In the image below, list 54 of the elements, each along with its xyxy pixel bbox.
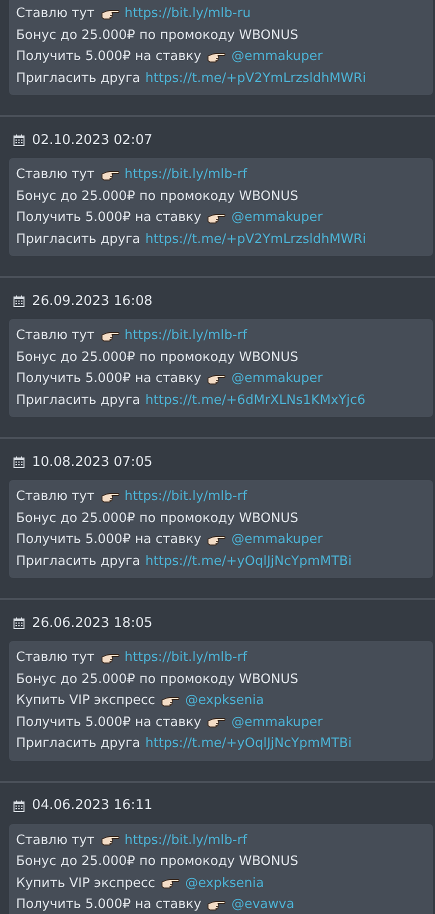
message-link[interactable]: https://t.me/+pV2YmLrzsldhMWRi [145, 228, 366, 250]
post-date: 26.06.2023 18:05 [32, 614, 152, 633]
message-text: Ставлю тут [16, 488, 95, 506]
post-date: 26.09.2023 16:08 [32, 292, 152, 311]
message-link[interactable]: @emmakuper [231, 368, 323, 390]
message-text: Ставлю тут [16, 166, 95, 184]
message-link[interactable]: @emmakuper [231, 712, 323, 733]
post-date: 04.06.2023 16:11 [32, 796, 152, 816]
calendar-icon [13, 800, 25, 812]
message-link[interactable]: https://t.me/+yOqlJjNcYpmMTBi [145, 733, 352, 754]
message-text: Получить 5.000₽ на ставку [16, 370, 202, 388]
calendar-icon [13, 456, 25, 468]
message-text: Получить 5.000₽ на ставку [16, 714, 202, 732]
message-link[interactable]: https://t.me/+pV2YmLrzsldhMWRi [145, 68, 366, 89]
message-link[interactable]: @evawva [231, 894, 294, 914]
message-text: Бонус до 25.000₽ по промокоду WBONUS [16, 853, 298, 871]
message-text: Купить VIP экспресс [16, 692, 156, 710]
message-link[interactable]: https://bit.ly/mlb-rf [124, 325, 248, 346]
message-text: Бонус до 25.000₽ по промокоду WBONUS [16, 188, 298, 206]
message-text: Пригласить друга [16, 70, 140, 88]
message-text: Ставлю тут [16, 327, 95, 345]
post-date: 10.08.2023 07:05 [32, 452, 152, 472]
message-link[interactable]: @emmakuper [231, 46, 323, 68]
message-text: Ставлю тут [16, 5, 95, 23]
message-text: Ставлю тут [16, 832, 95, 850]
message-link[interactable]: https://bit.ly/mlb-rf [124, 164, 248, 186]
message-link[interactable]: https://bit.ly/mlb-rf [124, 486, 248, 508]
message-text: Бонус до 25.000₽ по промокоду WBONUS [16, 670, 298, 688]
message-text: Бонус до 25.000₽ по промокоду WBONUS [16, 26, 298, 44]
message-link[interactable]: https://bit.ly/mlb-rf [124, 830, 248, 851]
message-text: Пригласить друга [16, 552, 140, 570]
message-text: Получить 5.000₽ на ставку [16, 48, 202, 66]
message-link[interactable]: https://t.me/+yOqlJjNcYpmMTBi [145, 550, 352, 572]
calendar-icon [13, 134, 25, 146]
message-link[interactable]: @emmakuper [231, 207, 323, 228]
message-link[interactable]: @expksenia [185, 872, 264, 894]
message-link[interactable]: https://bit.ly/mlb-ru [124, 3, 251, 24]
message-link[interactable]: @emmakuper [231, 529, 323, 550]
message-text: Пригласить друга [16, 392, 140, 410]
message-text: Бонус до 25.000₽ по промокоду WBONUS [16, 510, 298, 528]
message-text: Бонус до 25.000₽ по промокоду WBONUS [16, 348, 298, 366]
message-text: Купить VIP экспресс [16, 874, 156, 892]
post-date: 02.10.2023 02:07 [32, 130, 152, 150]
message-link[interactable]: https://bit.ly/mlb-rf [124, 647, 248, 668]
message-link[interactable]: @expksenia [185, 690, 264, 712]
message-text: Получить 5.000₽ на ставку [16, 209, 202, 227]
message-link[interactable]: https://t.me/+6dMrXLNs1KMxYjc6 [145, 390, 366, 411]
message-text: Получить 5.000₽ на ставку [16, 896, 202, 914]
calendar-icon [13, 295, 25, 307]
calendar-icon [13, 617, 25, 629]
message-text: Получить 5.000₽ на ставку [16, 531, 202, 549]
message-text: Пригласить друга [16, 735, 140, 753]
message-text: Пригласить друга [16, 230, 140, 248]
message-text: Ставлю тут [16, 649, 95, 667]
